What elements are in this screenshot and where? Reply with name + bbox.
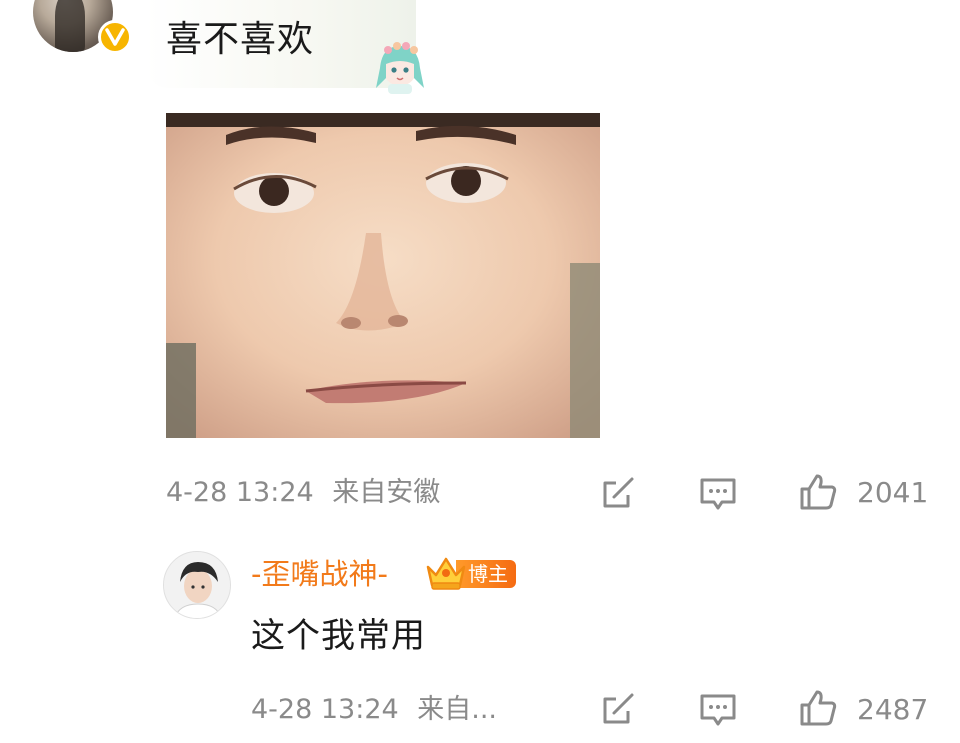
- thumbs-up-icon[interactable]: [798, 472, 838, 512]
- comment-icon[interactable]: [698, 474, 738, 514]
- comment-location: 来自安徽: [332, 477, 441, 508]
- share-edit-icon[interactable]: [598, 473, 638, 513]
- comment-meta: 4-28 13:24 来自安徽: [166, 477, 440, 509]
- comment-icon[interactable]: [698, 690, 738, 730]
- share-edit-icon[interactable]: [598, 689, 638, 729]
- reply-time: 4-28 13:24: [251, 694, 399, 725]
- reply-avatar[interactable]: [163, 551, 231, 619]
- bubble-character-decoration: [376, 42, 424, 94]
- reply-meta: 4-28 13:24 来自...: [251, 694, 497, 726]
- like-count: 2487: [857, 693, 929, 726]
- reply-username[interactable]: -歪嘴战神-: [251, 556, 388, 592]
- thumbs-up-icon[interactable]: [798, 688, 838, 728]
- avatar-photo: [164, 552, 230, 618]
- reply-location: 来自...: [417, 694, 498, 725]
- reply-text: 这个我常用: [251, 616, 426, 656]
- verified-v-icon: [98, 20, 132, 54]
- crown-icon: [426, 557, 466, 590]
- comment-time: 4-28 13:24: [166, 477, 314, 508]
- comment-text: 喜不喜欢: [166, 19, 315, 60]
- meme-face-image[interactable]: [166, 113, 600, 438]
- like-count: 2041: [857, 476, 929, 509]
